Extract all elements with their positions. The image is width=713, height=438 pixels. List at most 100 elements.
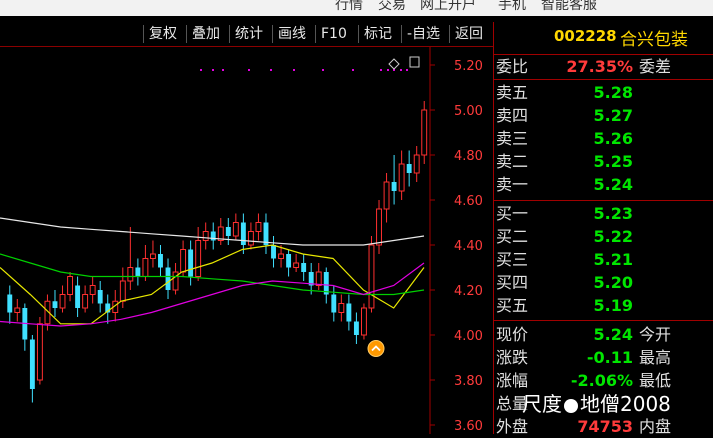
price-axis-label: 4.60: [454, 194, 483, 209]
price-axis-label: 4.20: [454, 284, 483, 299]
signal-dot: [322, 69, 324, 71]
candle-body-up: [255, 222, 262, 232]
sell-label: 卖三: [496, 129, 529, 148]
candle-body-down: [7, 294, 13, 313]
sell-price: 5.26: [593, 129, 633, 148]
sell-level-1: 卖一 5.24: [494, 174, 713, 196]
weibi-label: 委比: [496, 57, 529, 76]
signal-dot: [352, 69, 354, 71]
price-axis-label: 4.40: [454, 239, 483, 254]
menu-item-shouji[interactable]: 手机: [498, 0, 526, 14]
remove-watchlist-button[interactable]: -自选: [401, 25, 445, 43]
weibi-value: 27.35%: [566, 57, 633, 76]
candle-body-down: [165, 267, 171, 290]
candle-body-up: [247, 231, 254, 246]
candle-body-up: [315, 271, 322, 286]
stat-label: 涨跌: [496, 348, 529, 367]
candle-body-up: [360, 307, 367, 336]
menu-item-jiaoyi[interactable]: 交易: [378, 0, 406, 14]
buy-label: 买一: [496, 204, 529, 223]
buy-level-3: 买三 5.21: [494, 249, 713, 271]
price-axis-label: 3.80: [454, 374, 483, 389]
signal-dot: [212, 69, 214, 71]
buy-label: 买三: [496, 250, 529, 269]
f10-button[interactable]: F10: [315, 25, 352, 43]
stat-tail: 最高: [639, 348, 672, 367]
candle-body-up: [338, 303, 345, 313]
price-axis-label: 5.20: [454, 59, 483, 74]
signal-dot: [248, 69, 250, 71]
candle-body-down: [331, 294, 337, 313]
candle-body-down: [406, 164, 412, 173]
sell-price: 5.24: [593, 175, 633, 194]
sell-label: 卖四: [496, 106, 529, 125]
candle-body-up: [421, 109, 428, 156]
sell-price: 5.27: [593, 106, 633, 125]
stock-name: 合兴包装: [620, 30, 688, 50]
menu-item-kefu[interactable]: 智能客服: [541, 0, 597, 14]
signal-dot: [400, 69, 402, 71]
candle-body-down: [225, 227, 231, 236]
candle-body-down: [353, 321, 359, 335]
signal-dot: [406, 69, 408, 71]
candle-body-up: [232, 222, 239, 237]
back-button[interactable]: 返回: [449, 25, 488, 43]
sell-price: 5.28: [593, 83, 633, 102]
buy-price: 5.23: [593, 204, 633, 223]
signal-dot: [387, 69, 389, 71]
price-axis-label: 4.80: [454, 149, 483, 164]
kline-chart-area[interactable]: 5.20 5.00 4.80 4.60 4.40 4.20 4.00 3.80 3.60: [0, 47, 493, 434]
candle-body-up: [180, 249, 187, 273]
sell-level-4: 卖四 5.27: [494, 105, 713, 127]
diamond-marker-icon: [388, 58, 400, 70]
stat-change: 涨跌 -0.11 最高: [494, 347, 713, 369]
signal-dot: [200, 69, 202, 71]
overlay-button[interactable]: 叠加: [186, 25, 225, 43]
buy-price: 5.22: [593, 227, 633, 246]
stat-value: 5.24: [593, 325, 633, 344]
candle-body-down: [271, 245, 276, 259]
moving-average-line: [0, 244, 425, 325]
signal-dot: [222, 69, 224, 71]
buy-level-2: 买二 5.22: [494, 226, 713, 248]
mark-button[interactable]: 标记: [358, 25, 397, 43]
candle-body-down: [29, 339, 35, 389]
price-axis-label: 5.00: [454, 104, 483, 119]
candle-body-down: [301, 263, 307, 272]
watermark: 尺度 地僧2008: [522, 388, 671, 417]
candle-body-down: [240, 222, 246, 245]
stat-label: 外盘: [496, 417, 529, 436]
candle-body-down: [346, 303, 352, 322]
divider: [494, 200, 713, 201]
draw-line-button[interactable]: 画线: [272, 25, 311, 43]
sell-level-3: 卖三 5.26: [494, 128, 713, 150]
statistics-button[interactable]: 统计: [229, 25, 268, 43]
candle-body-up: [82, 294, 89, 309]
candle-body-down: [286, 254, 292, 268]
candle-body-up: [36, 323, 43, 381]
candle-body-down: [97, 290, 103, 304]
stock-code: 002228: [554, 27, 617, 45]
buy-label: 买四: [496, 273, 529, 292]
divider: [494, 79, 713, 80]
divider: [494, 54, 713, 55]
buy-level-5: 买五 5.19: [494, 295, 713, 317]
buy-price: 5.20: [593, 273, 633, 292]
sell-label: 卖二: [496, 152, 529, 171]
menu-item-hangqing[interactable]: 行情: [335, 0, 363, 14]
buy-level-4: 买四 5.20: [494, 272, 713, 294]
weicha-label: 委差: [639, 57, 672, 76]
fuquan-button[interactable]: 复权: [143, 25, 182, 43]
candle-body-up: [202, 231, 209, 241]
divider: [494, 320, 713, 321]
candle-body-down: [188, 249, 194, 277]
price-axis-label: 4.00: [454, 329, 483, 344]
candle-body-up: [413, 154, 420, 174]
kline-chart: 5.20 5.00 4.80 4.60 4.40 4.20 4.00 3.80 3.60: [0, 47, 483, 434]
candle-body-up: [195, 240, 202, 277]
candle-body-up: [127, 267, 134, 282]
sell-price: 5.25: [593, 152, 633, 171]
menu-item-kaihu[interactable]: 网上开户: [420, 0, 476, 14]
stat-value: 74753: [577, 417, 633, 436]
candle-body-up: [119, 280, 126, 302]
